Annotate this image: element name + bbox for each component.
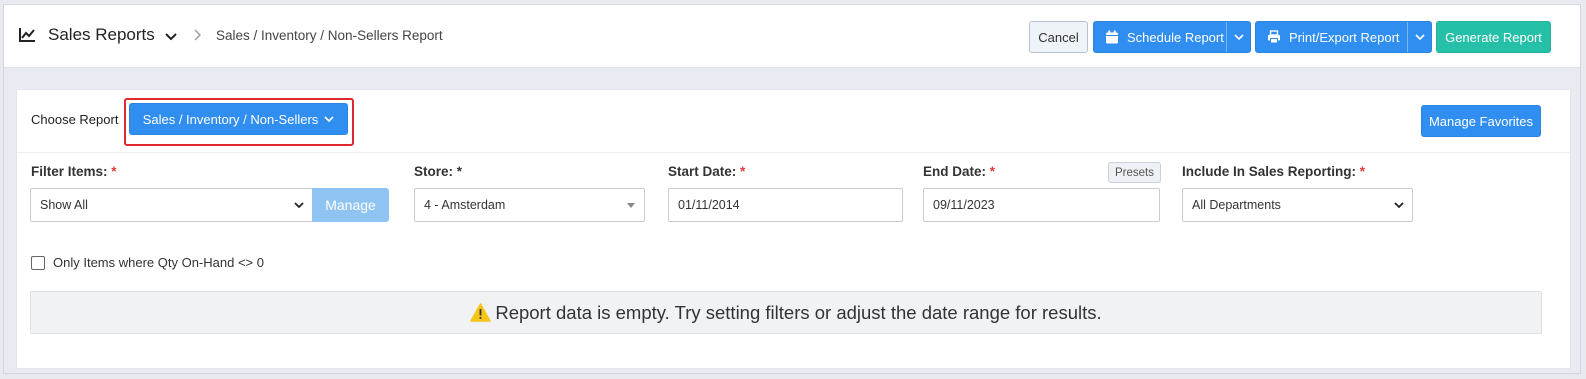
sales-reporting-select[interactable]: All Departments [1182, 188, 1413, 222]
required-marker: * [740, 164, 746, 179]
chevron-down-icon [1233, 34, 1244, 41]
cancel-button[interactable]: Cancel [1029, 21, 1088, 53]
filter-items-label: Filter Items: * [31, 164, 117, 179]
line-chart-icon [19, 28, 35, 42]
schedule-report-label: Schedule Report [1127, 29, 1224, 45]
generate-report-button[interactable]: Generate Report [1436, 21, 1551, 53]
schedule-dropdown-toggle[interactable] [1226, 22, 1250, 52]
chevron-down-icon [294, 202, 304, 209]
calendar-icon [1106, 30, 1118, 44]
filter-items-label-text: Filter Items: [31, 164, 108, 179]
filter-items-value: Show All [40, 198, 88, 212]
presets-button[interactable]: Presets [1108, 162, 1161, 183]
print-export-button[interactable]: Print/Export Report [1255, 21, 1432, 53]
start-date-value: 01/11/2014 [678, 198, 740, 212]
end-date-value: 09/11/2023 [933, 198, 995, 212]
chevron-down-icon[interactable] [165, 32, 177, 42]
required-marker: * [989, 164, 996, 179]
sales-reporting-label-text: Include In Sales Reporting: [1182, 164, 1357, 179]
chevron-down-icon [1414, 34, 1425, 41]
choose-report-label: Choose Report [31, 112, 119, 127]
end-date-input[interactable]: 09/11/2023 [923, 188, 1160, 222]
warning-icon [470, 303, 492, 322]
printer-icon [1268, 30, 1280, 44]
manage-label: Manage [325, 197, 376, 213]
caret-down-icon [627, 203, 635, 208]
chevron-down-icon [324, 116, 334, 123]
empty-report-message: Report data is empty. Try setting filter… [495, 301, 1102, 323]
generate-report-label: Generate Report [1445, 29, 1542, 45]
store-value: 4 - Amsterdam [424, 198, 506, 212]
qty-on-hand-label: Only Items where Qty On-Hand <> 0 [53, 255, 264, 270]
selected-report-label: Sales / Inventory / Non-Sellers [142, 111, 319, 127]
end-date-label-text: End Date: [923, 164, 987, 179]
breadcrumb: Sales / Inventory / Non-Sellers Report [216, 28, 443, 43]
cancel-button-label: Cancel [1038, 29, 1079, 45]
print-export-dropdown-toggle[interactable] [1407, 22, 1431, 52]
schedule-report-button[interactable]: Schedule Report [1093, 21, 1251, 53]
qty-on-hand-checkbox[interactable] [31, 255, 45, 270]
start-date-label-text: Start Date: [668, 164, 737, 179]
report-panel: Choose Report Sales / Inventory / Non-Se… [16, 89, 1571, 369]
chevron-down-icon [1394, 202, 1404, 209]
app-frame: Sales Reports Sales / Inventory / Non-Se… [3, 4, 1581, 374]
end-date-label: End Date: * [923, 164, 995, 179]
choose-report-dropdown[interactable]: Sales / Inventory / Non-Sellers [129, 103, 348, 135]
qty-on-hand-option[interactable]: Only Items where Qty On-Hand <> 0 [31, 255, 264, 270]
required-marker: * [111, 164, 117, 179]
sales-reporting-label: Include In Sales Reporting: * [1182, 164, 1365, 179]
start-date-label: Start Date: * [668, 164, 745, 179]
chevron-right-icon [194, 29, 201, 41]
sales-reporting-value: All Departments [1192, 198, 1281, 212]
required-marker: * [1359, 164, 1366, 179]
store-label: Store: * [414, 164, 463, 179]
empty-report-alert: Report data is empty. Try setting filter… [30, 291, 1542, 334]
start-date-input[interactable]: 01/11/2014 [668, 188, 903, 222]
manage-favorites-button[interactable]: Manage Favorites [1421, 105, 1541, 137]
page-title: Sales Reports [48, 25, 155, 44]
print-export-label: Print/Export Report [1289, 29, 1400, 45]
manage-favorites-label: Manage Favorites [1428, 113, 1534, 129]
store-select[interactable]: 4 - Amsterdam [414, 188, 645, 222]
page-header: Sales Reports Sales / Inventory / Non-Se… [4, 5, 1580, 68]
filter-items-select[interactable]: Show All [30, 188, 313, 222]
manage-filter-button[interactable]: Manage [312, 188, 389, 222]
divider [17, 152, 1570, 153]
